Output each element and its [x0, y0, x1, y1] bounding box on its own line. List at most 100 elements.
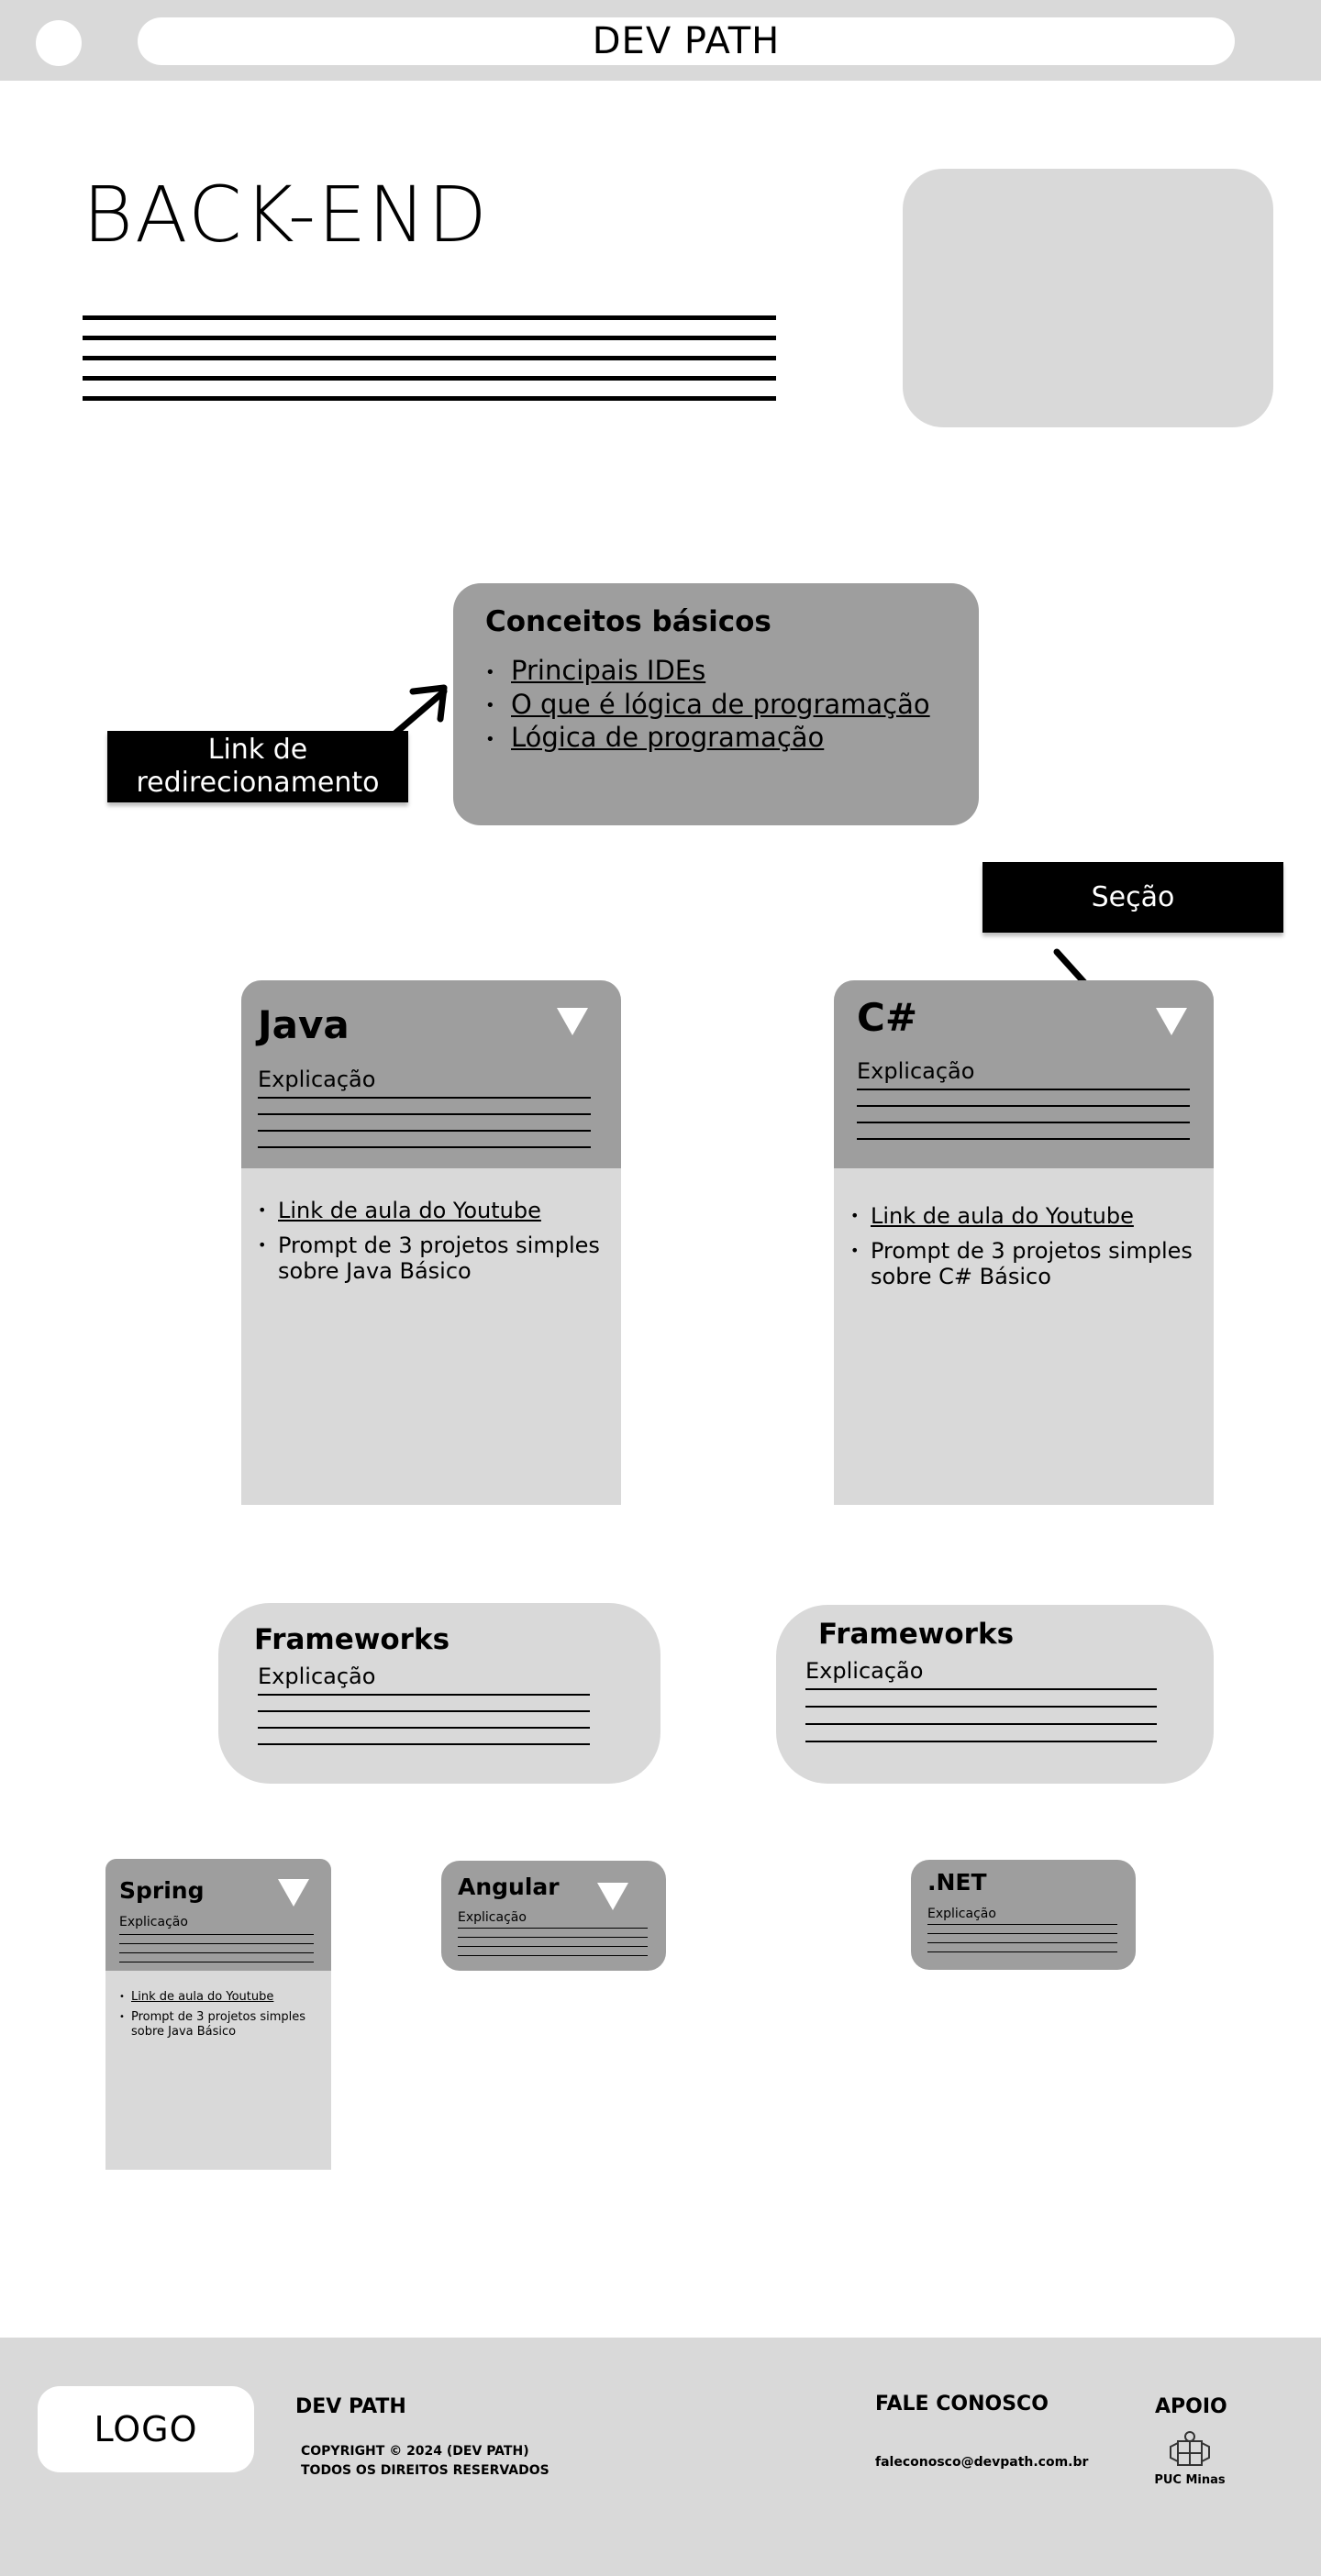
- link-text[interactable]: Link de aula do Youtube: [131, 1990, 273, 2004]
- concepts-link-logic[interactable]: Lógica de programação: [485, 722, 930, 756]
- prompt-text: Prompt de 3 projetos simples sobre Java …: [278, 1233, 600, 1284]
- arrow-icon: [389, 684, 448, 739]
- prompt-item: Prompt de 3 projetos simples sobre C# Bá…: [850, 1238, 1199, 1289]
- text-placeholder-line: [258, 1694, 590, 1696]
- concepts-title: Conceitos básicos: [485, 605, 772, 638]
- text-placeholder-line: [458, 1928, 648, 1929]
- language-resources: Link de aula do Youtube Prompt de 3 proj…: [258, 1198, 606, 1293]
- text-placeholder-line: [857, 1105, 1190, 1107]
- language-name: Java: [258, 1002, 350, 1047]
- text-placeholder-line: [805, 1723, 1157, 1725]
- text-placeholder-line: [83, 315, 776, 320]
- prompt-text: Prompt de 3 projetos simples sobre C# Bá…: [871, 1238, 1193, 1289]
- framework-name: .NET: [927, 1869, 987, 1896]
- concepts-link-logic-what[interactable]: O que é lógica de programação: [485, 689, 930, 723]
- footer-contact-email[interactable]: faleconosco@devpath.com.br: [875, 2453, 1088, 2472]
- link-text[interactable]: Link de aula do Youtube: [278, 1198, 541, 1223]
- text-placeholder-line: [258, 1743, 590, 1745]
- framework-name: Spring: [119, 1877, 205, 1904]
- text-placeholder-line: [258, 1710, 590, 1712]
- language-card-header[interactable]: C# Explicação: [834, 980, 1214, 1168]
- frameworks-explanation: Explicação: [805, 1658, 924, 1684]
- framework-explanation: Explicação: [458, 1910, 527, 1925]
- concepts-card: Conceitos básicos Principais IDEs O que …: [453, 583, 979, 825]
- language-card-header[interactable]: Java Explicação: [241, 980, 621, 1168]
- text-placeholder-line: [857, 1138, 1190, 1140]
- text-placeholder-line: [805, 1741, 1157, 1742]
- page-title: BACK-END: [83, 170, 489, 260]
- triangle-down-icon[interactable]: [557, 1008, 588, 1035]
- site-title-bar: DEV PATH: [138, 17, 1235, 65]
- text-placeholder-line: [458, 1946, 648, 1947]
- text-placeholder-line: [258, 1113, 591, 1115]
- text-placeholder-line: [927, 1933, 1117, 1934]
- youtube-link[interactable]: Link de aula do Youtube: [850, 1203, 1199, 1229]
- prompt-text: Prompt de 3 projetos simples sobre Java …: [131, 2010, 306, 2039]
- triangle-down-icon[interactable]: [597, 1883, 628, 1910]
- text-placeholder-line: [458, 1955, 648, 1956]
- text-placeholder-line: [258, 1146, 591, 1148]
- link-text[interactable]: Principais IDEs: [511, 655, 705, 686]
- prompt-item: Prompt de 3 projetos simples sobre Java …: [258, 1233, 606, 1284]
- text-placeholder-line: [927, 1942, 1117, 1943]
- annotation-section-label: Seção: [982, 862, 1283, 933]
- footer-logo[interactable]: LOGO: [38, 2386, 254, 2472]
- text-placeholder-line: [927, 1951, 1117, 1952]
- framework-name: Angular: [458, 1874, 560, 1900]
- logo-text: LOGO: [94, 2409, 198, 2449]
- footer-copyright: COPYRIGHT © 2024 (DEV PATH): [301, 2444, 529, 2459]
- text-placeholder-line: [258, 1130, 591, 1132]
- footer-rights: TODOS OS DIREITOS RESERVADOS: [301, 2463, 549, 2478]
- framework-card-header[interactable]: Spring Explicação: [105, 1859, 331, 1971]
- text-placeholder-line: [857, 1122, 1190, 1123]
- text-placeholder-line: [119, 1952, 314, 1953]
- language-card-java: Java Explicação Link de aula do Youtube …: [241, 980, 621, 1505]
- youtube-link[interactable]: • Link de aula do Youtube: [119, 1990, 323, 2005]
- avatar[interactable]: [36, 20, 82, 66]
- text-placeholder-line: [258, 1097, 591, 1099]
- footer-support-title: APOIO: [1155, 2395, 1227, 2418]
- crest-icon: [1170, 2431, 1210, 2466]
- hero-image-placeholder: [903, 169, 1273, 427]
- text-placeholder-line: [857, 1089, 1190, 1090]
- framework-card-spring: Spring Explicação • Link de aula do Yout…: [105, 1859, 331, 2170]
- framework-explanation: Explicação: [119, 1915, 188, 1929]
- text-placeholder-line: [83, 336, 776, 340]
- annotation-link-label: Link de redirecionamento: [107, 731, 408, 802]
- prompt-item: • Prompt de 3 projetos simples sobre Jav…: [119, 2010, 306, 2039]
- site-title: DEV PATH: [592, 20, 781, 62]
- framework-explanation: Explicação: [927, 1907, 996, 1921]
- youtube-link[interactable]: Link de aula do Youtube: [258, 1198, 606, 1223]
- frameworks-explanation: Explicação: [258, 1664, 376, 1689]
- text-placeholder-line: [805, 1706, 1157, 1708]
- text-placeholder-line: [83, 396, 776, 401]
- concepts-link-ides[interactable]: Principais IDEs: [485, 655, 930, 689]
- text-placeholder-line: [83, 376, 776, 381]
- language-name: C#: [857, 995, 918, 1040]
- triangle-down-icon[interactable]: [278, 1879, 309, 1907]
- frameworks-title: Frameworks: [818, 1618, 1015, 1651]
- footer-support-name: PUC Minas: [1154, 2473, 1226, 2487]
- concepts-list: Principais IDEs O que é lógica de progra…: [485, 655, 930, 756]
- footer-brand: DEV PATH: [295, 2395, 406, 2418]
- frameworks-section-java[interactable]: Frameworks Explicação: [218, 1603, 660, 1784]
- text-placeholder-line: [83, 356, 776, 360]
- framework-card-angular[interactable]: Angular Explicação: [441, 1861, 666, 1971]
- language-card-csharp: C# Explicação Link de aula do Youtube Pr…: [834, 980, 1214, 1505]
- frameworks-title: Frameworks: [254, 1623, 450, 1656]
- text-placeholder-line: [119, 1943, 314, 1944]
- framework-resources: • Link de aula do Youtube • Prompt de 3 …: [119, 1990, 323, 2040]
- text-placeholder-line: [927, 1924, 1117, 1925]
- annotation-section-text: Seção: [1091, 880, 1175, 913]
- link-text[interactable]: Link de aula do Youtube: [871, 1203, 1134, 1229]
- text-placeholder-line: [258, 1727, 590, 1729]
- text-placeholder-line: [805, 1688, 1157, 1690]
- link-text[interactable]: Lógica de programação: [511, 722, 824, 753]
- language-explanation: Explicação: [258, 1067, 376, 1092]
- link-text[interactable]: O que é lógica de programação: [511, 689, 930, 720]
- triangle-down-icon[interactable]: [1156, 1008, 1187, 1035]
- annotation-link-text: Link de redirecionamento: [136, 734, 380, 799]
- language-resources: Link de aula do Youtube Prompt de 3 proj…: [850, 1203, 1199, 1299]
- framework-card-dotnet[interactable]: .NET Explicação: [911, 1860, 1136, 1970]
- frameworks-section-csharp[interactable]: Frameworks Explicação: [776, 1605, 1214, 1784]
